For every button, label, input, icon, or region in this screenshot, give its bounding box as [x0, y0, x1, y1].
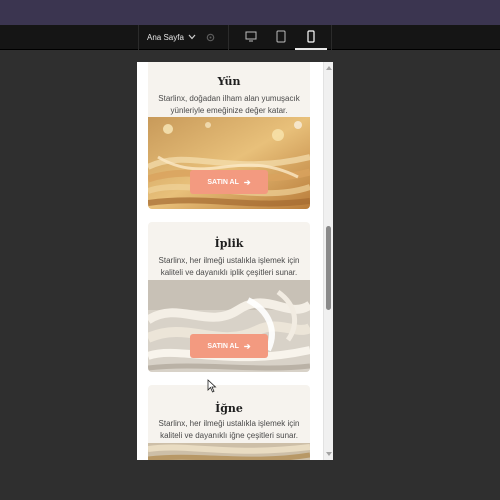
arrow-right-icon: ➔ [243, 177, 251, 187]
scroll-down-icon[interactable] [326, 452, 332, 456]
card-title: İğne [215, 402, 243, 415]
preview-viewport: Yün Starlinx, doğadan ilham alan yumuşac… [137, 62, 323, 460]
mobile-preview: Yün Starlinx, doğadan ilham alan yumuşac… [137, 62, 333, 460]
needle-image [148, 443, 310, 460]
desktop-icon[interactable] [237, 30, 265, 45]
editor-toolbar: Ana Sayfa [0, 25, 500, 50]
card-title: İplik [214, 237, 244, 250]
product-card: Yün Starlinx, doğadan ilham alan yumuşac… [148, 62, 310, 209]
scrollbar[interactable] [323, 62, 333, 460]
buy-button[interactable]: SATIN AL ➔ [190, 334, 268, 358]
product-card: İğne Starlinx, her ilmeği ustalıkla işle… [148, 385, 310, 460]
scrollbar-thumb[interactable] [326, 226, 331, 310]
chevron-down-icon [188, 34, 196, 42]
page-selector-label: Ana Sayfa [147, 33, 184, 42]
tablet-icon[interactable] [267, 30, 295, 45]
gear-icon[interactable] [205, 32, 216, 43]
wool-image [148, 117, 310, 209]
card-title: Yün [217, 75, 241, 88]
card-description: Starlinx, doğadan ilham alan yumuşacık y… [158, 94, 300, 115]
buy-button-label: SATIN AL [207, 342, 239, 350]
product-card: İplik Starlinx, her ilmeği ustalıkla işl… [148, 222, 310, 372]
card-description: Starlinx, her ilmeği ustalıkla işlemek i… [158, 256, 300, 277]
mouse-cursor-icon [207, 379, 217, 393]
arrow-right-icon: ➔ [243, 341, 251, 351]
scroll-up-icon[interactable] [326, 66, 332, 70]
mobile-icon[interactable] [295, 30, 327, 50]
top-strip [0, 0, 500, 25]
buy-button[interactable]: SATIN AL ➔ [190, 170, 268, 194]
card-description: Starlinx, her ilmeği ustalıkla işlemek i… [158, 419, 300, 440]
device-switcher [228, 25, 332, 50]
buy-button-label: SATIN AL [207, 178, 239, 186]
yarn-image [148, 280, 310, 372]
